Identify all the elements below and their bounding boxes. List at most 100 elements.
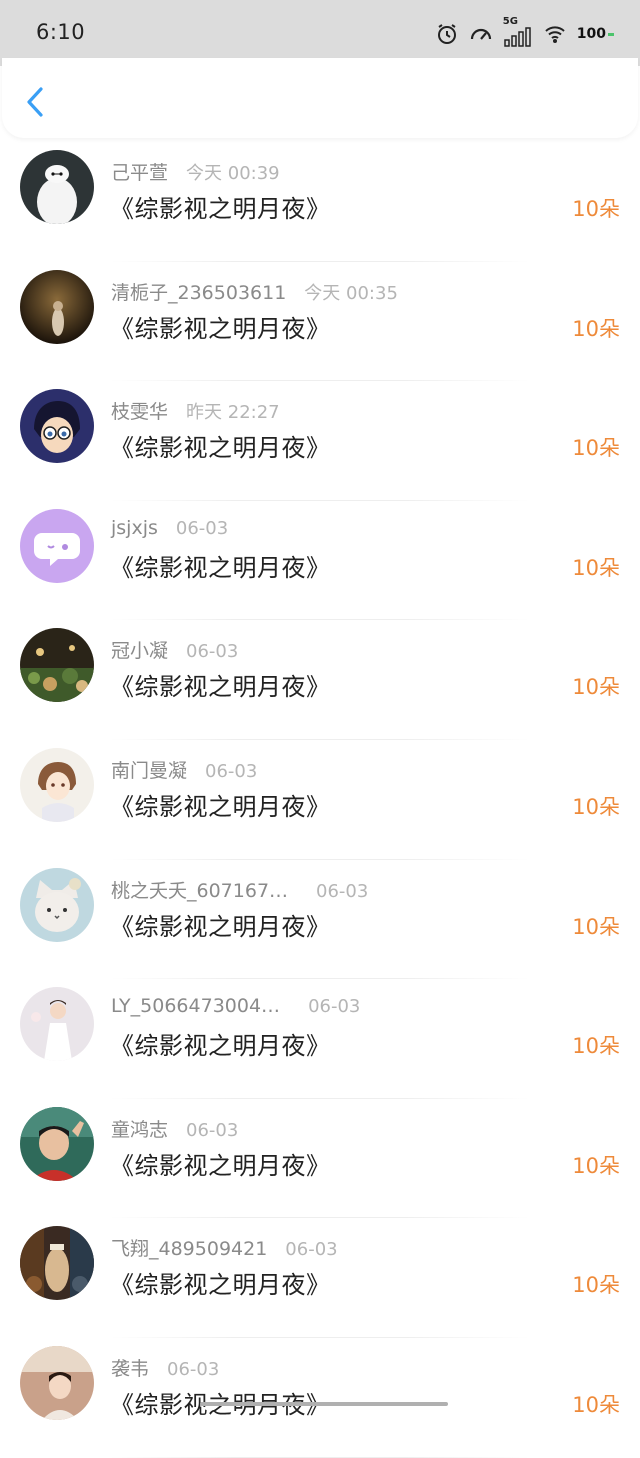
username[interactable]: 飞翔_489509421 (111, 1234, 267, 1261)
user-line: 南门曼凝 06-03 (111, 756, 257, 783)
user-line: 飞翔_489509421 06-03 (111, 1234, 338, 1261)
user-avatar[interactable] (20, 269, 94, 344)
network-type-label: 5G (502, 16, 518, 27)
list-item[interactable]: 袭韦 06-03 《综影视之明月夜》 10朵 (0, 1338, 640, 1458)
night-photo-icon (20, 269, 94, 344)
user-avatar[interactable] (20, 628, 94, 703)
gift-amount: 10朵 (572, 914, 620, 939)
gift-time: 06-03 (175, 517, 229, 539)
user-avatar[interactable] (20, 1345, 94, 1420)
user-line: 袭韦 06-03 (111, 1354, 219, 1381)
speedometer-icon (469, 22, 493, 46)
gift-amount: 10朵 (572, 1273, 620, 1298)
book-title: 《综影视之明月夜》 (110, 195, 331, 223)
gift-time: 06-03 (186, 641, 239, 663)
home-indicator[interactable] (200, 1402, 448, 1406)
book-title: 《综影视之明月夜》 (110, 673, 331, 702)
gift-amount: 10朵 (572, 1034, 620, 1059)
user-avatar[interactable] (20, 747, 94, 822)
gift-amount: 10朵 (572, 1153, 620, 1178)
battery-level: 100 (576, 26, 606, 42)
battery-indicator: 100 (577, 26, 614, 42)
garden-icon (20, 628, 94, 703)
gift-amount: 10朵 (572, 675, 620, 700)
user-avatar[interactable] (20, 150, 94, 224)
user-line: 桃之夭夭_607167… 06-03 (111, 876, 368, 903)
user-avatar[interactable] (20, 1106, 94, 1181)
username[interactable]: jsjxjs (111, 517, 158, 539)
user-line: 冠小凝 06-03 (111, 636, 238, 663)
username[interactable]: LY_5066473004… (111, 995, 280, 1017)
book-title: 《综影视之明月夜》 (110, 912, 331, 941)
gift-time: 06-03 (186, 1119, 239, 1141)
list-item[interactable]: 己平萱 今天 00:39 《综影视之明月夜》 10朵 (0, 142, 640, 262)
book-title: 《综影视之明月夜》 (110, 553, 331, 582)
top-navigation-bar (2, 58, 638, 138)
username[interactable]: 袭韦 (111, 1354, 149, 1381)
username[interactable]: 冠小凝 (111, 636, 168, 663)
list-item[interactable]: 飞翔_489509421 06-03 《综影视之明月夜》 10朵 (0, 1218, 640, 1338)
user-line: LY_5066473004… 06-03 (111, 995, 360, 1017)
username[interactable]: 清栀子_236503611 (111, 278, 286, 305)
user-line: 童鸿志 06-03 (111, 1115, 238, 1142)
user-avatar[interactable] (20, 389, 94, 464)
chevron-left-icon (27, 87, 43, 117)
back-button[interactable] (20, 82, 50, 122)
list-item[interactable]: 南门曼凝 06-03 《综影视之明月夜》 10朵 (0, 740, 640, 860)
book-title: 《综影视之明月夜》 (110, 792, 331, 821)
anime-girl-icon (20, 747, 94, 822)
book-title: 《综影视之明月夜》 (110, 434, 331, 463)
child-photo-icon (20, 987, 94, 1062)
username[interactable]: 童鸿志 (111, 1115, 168, 1142)
user-avatar[interactable] (20, 867, 94, 942)
list-item[interactable]: jsjxjs 06-03 《综影视之明月夜》 10朵 (0, 501, 640, 621)
gift-time: 06-03 (167, 1358, 220, 1380)
list-item[interactable]: LY_5066473004… 06-03 《综影视之明月夜》 10朵 (0, 979, 640, 1099)
gift-amount: 10朵 (572, 197, 620, 221)
poster-icon (20, 1226, 94, 1301)
gift-time: 06-03 (308, 996, 361, 1018)
user-avatar[interactable] (20, 508, 94, 583)
gift-time: 06-03 (205, 760, 258, 782)
user-line: 己平萱 今天 00:39 (111, 158, 280, 185)
cellular-signal-icon: 5G (503, 16, 533, 48)
chat-bubble-icon (20, 508, 94, 583)
gift-time: 今天 00:39 (186, 163, 280, 184)
user-line: jsjxjs 06-03 (111, 517, 228, 539)
username[interactable]: 南门曼凝 (111, 756, 187, 783)
list-item[interactable]: 清栀子_236503611 今天 00:35 《综影视之明月夜》 10朵 (0, 262, 640, 382)
gift-time: 06-03 (285, 1239, 338, 1261)
gift-time: 昨天 22:27 (186, 402, 280, 424)
gift-amount: 10朵 (572, 794, 620, 819)
username[interactable]: 桃之夭夭_607167… (111, 876, 288, 903)
book-title: 《综影视之明月夜》 (110, 1032, 331, 1061)
user-line: 清栀子_236503611 今天 00:35 (111, 278, 398, 305)
cat-icon (20, 867, 94, 942)
gift-time: 今天 00:35 (304, 282, 398, 304)
boy-photo-icon (20, 1106, 94, 1181)
username[interactable]: 己平萱 (111, 158, 168, 185)
user-line: 枝雯华 昨天 22:27 (111, 397, 280, 424)
status-icons: 5G 100 (435, 16, 614, 50)
person-photo-icon (20, 1345, 94, 1420)
alarm-icon (435, 22, 459, 46)
wifi-icon (543, 22, 567, 46)
username[interactable]: 枝雯华 (111, 397, 168, 424)
baymax-icon (20, 150, 94, 224)
book-title: 《综影视之明月夜》 (110, 1151, 331, 1180)
gift-amount: 10朵 (572, 1392, 620, 1417)
list-item[interactable]: 枝雯华 昨天 22:27 《综影视之明月夜》 10朵 (0, 381, 640, 501)
user-avatar[interactable] (20, 1226, 94, 1301)
book-title: 《综影视之明月夜》 (110, 314, 331, 343)
status-bar: 6:10 5G 100 (0, 0, 640, 66)
book-title: 《综影视之明月夜》 (110, 1271, 331, 1300)
gift-amount: 10朵 (572, 436, 620, 461)
list-item[interactable]: 桃之夭夭_607167… 06-03 《综影视之明月夜》 10朵 (0, 860, 640, 980)
list-item[interactable]: 冠小凝 06-03 《综影视之明月夜》 10朵 (0, 620, 640, 740)
gift-amount: 10朵 (572, 555, 620, 580)
gift-amount: 10朵 (572, 316, 620, 341)
list-item[interactable]: 童鸿志 06-03 《综影视之明月夜》 10朵 (0, 1099, 640, 1219)
status-time: 6:10 (36, 20, 86, 44)
user-avatar[interactable] (20, 987, 94, 1062)
gift-time: 06-03 (316, 880, 369, 902)
